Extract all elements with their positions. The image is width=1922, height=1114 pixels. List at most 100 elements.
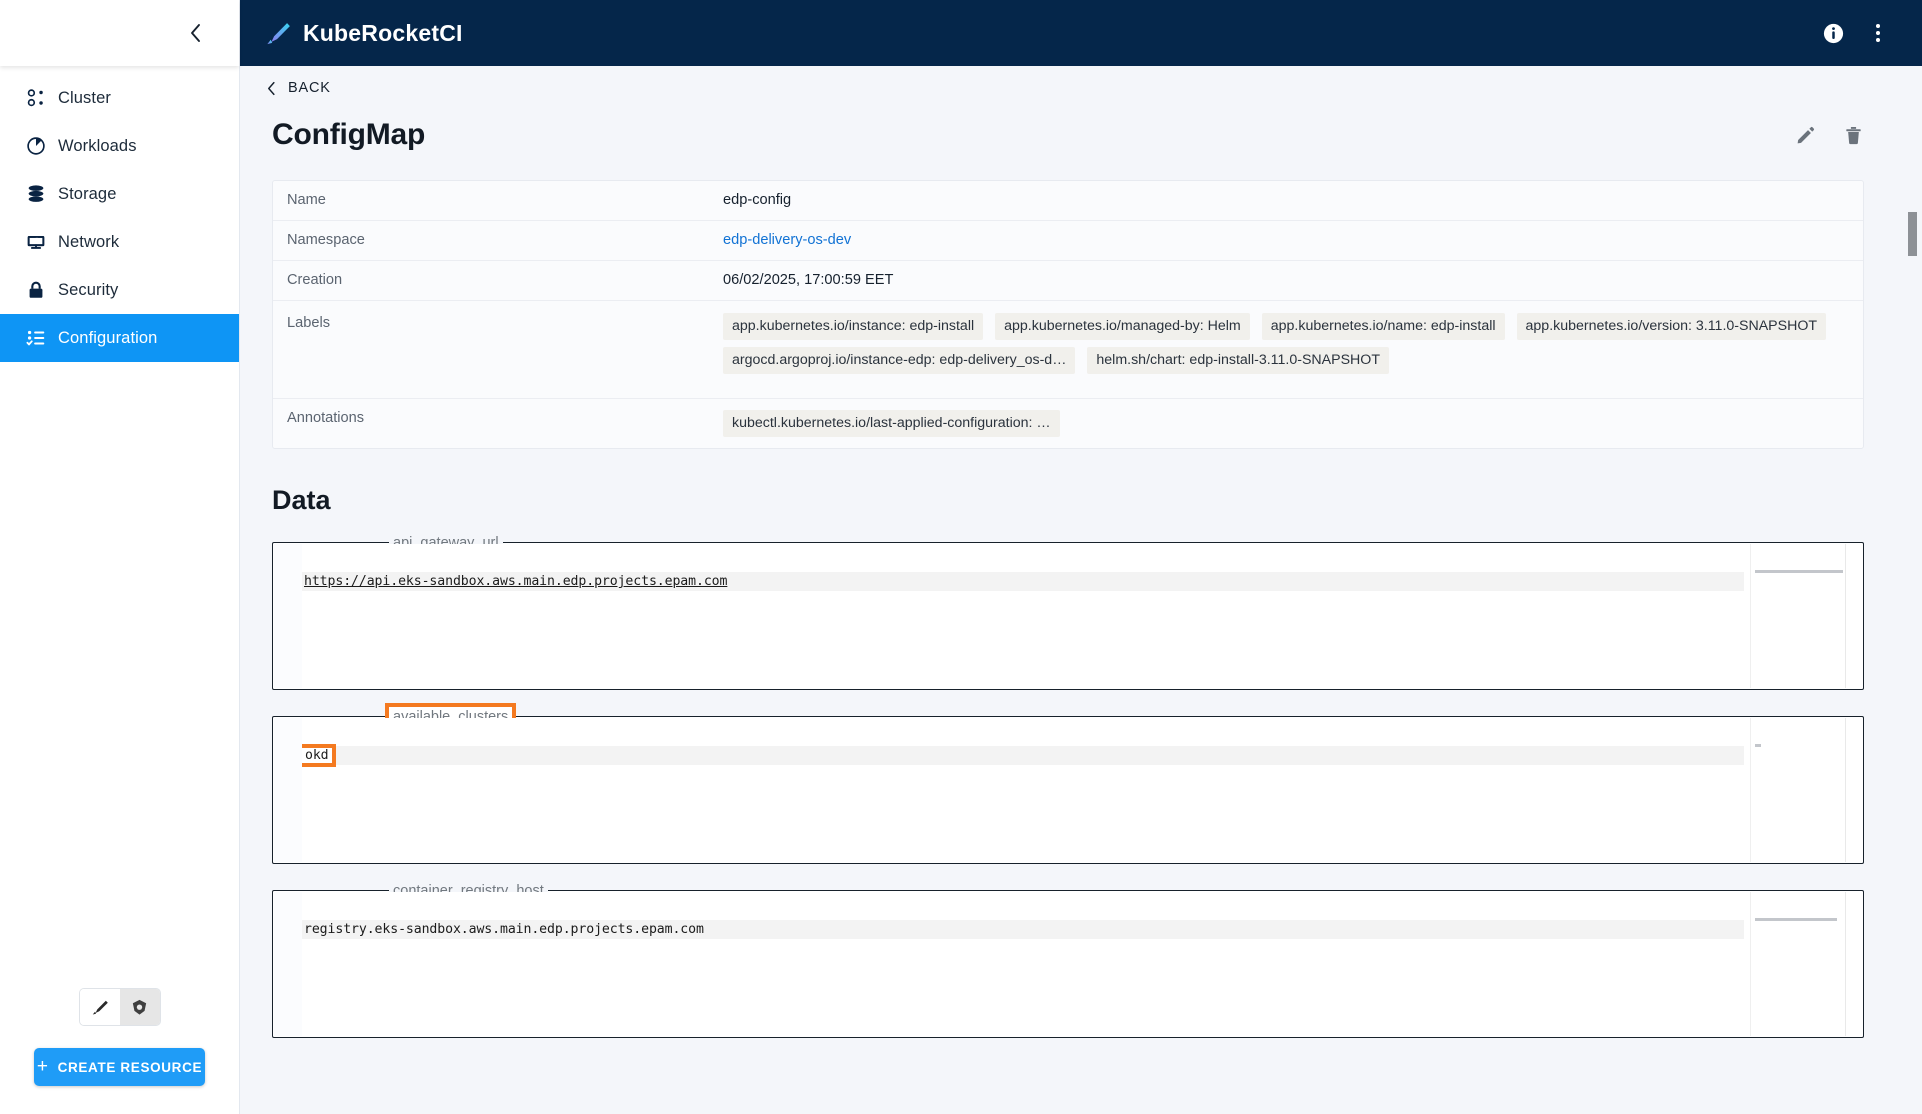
code-line[interactable]: okd [302, 746, 1862, 765]
rocket-feather-icon [90, 998, 109, 1017]
info-circle-icon [1822, 22, 1845, 45]
page-title: ConfigMap [272, 118, 425, 152]
back-button[interactable]: BACK [266, 80, 331, 96]
info-button[interactable] [1818, 18, 1848, 48]
label-chip[interactable]: argocd.argoproj.io/instance-edp: edp-del… [723, 347, 1075, 374]
security-lock-icon [14, 279, 58, 301]
mode-button-kubernetes[interactable] [120, 989, 160, 1025]
cluster-icon [14, 87, 58, 109]
table-row: Annotations kubectl.kubernetes.io/last-a… [273, 399, 1863, 448]
back-label: BACK [288, 80, 331, 96]
row-key: Namespace [273, 221, 723, 260]
view-mode-toggle[interactable] [79, 988, 161, 1026]
editor-gutter [274, 544, 302, 688]
configuration-sliders-icon [14, 327, 58, 349]
data-entry-value[interactable]: okd [302, 748, 332, 763]
code-editor[interactable]: okd [274, 718, 1862, 862]
sidebar-item-label: Workloads [58, 137, 137, 156]
mode-button-kuberocket[interactable] [80, 989, 120, 1025]
row-value: 06/02/2025, 17:00:59 EET [723, 261, 1863, 300]
table-row: Name edp-config [273, 181, 1863, 221]
brand[interactable]: KubeRocketCI [264, 20, 463, 47]
label-chip[interactable]: app.kubernetes.io/managed-by: Helm [995, 313, 1250, 340]
create-resource-label: CREATE RESOURCE [58, 1060, 203, 1075]
kebab-menu-icon [1876, 38, 1880, 42]
storage-database-icon [14, 183, 58, 205]
sidebar-item-label: Network [58, 233, 119, 252]
sidebar-item-security[interactable]: Security [0, 266, 239, 314]
code-editor[interactable]: registry.eks-sandbox.aws.main.edp.projec… [274, 892, 1862, 1036]
annotation-chip[interactable]: kubectl.kubernetes.io/last-applied-confi… [723, 410, 1060, 437]
chevron-left-icon [188, 22, 204, 44]
editor-body[interactable]: https://api.eks-sandbox.aws.main.edp.pro… [302, 544, 1862, 688]
label-chip[interactable]: app.kubernetes.io/instance: edp-install [723, 313, 983, 340]
trash-delete-icon [1843, 125, 1864, 146]
minimap-line [1755, 570, 1843, 573]
scrollbar-thumb[interactable] [1908, 212, 1917, 256]
editor-body[interactable]: registry.eks-sandbox.aws.main.edp.projec… [302, 892, 1862, 1036]
page-content: BACK ConfigMap [240, 66, 1922, 1114]
label-chip-list: app.kubernetes.io/instance: edp-install … [723, 313, 1851, 374]
label-chip[interactable]: app.kubernetes.io/name: edp-install [1262, 313, 1505, 340]
delete-button[interactable] [1838, 120, 1868, 150]
row-value: edp-config [723, 181, 1863, 220]
sidebar-item-label: Configuration [58, 329, 157, 348]
main-area: KubeRocketCI [240, 0, 1922, 1114]
create-resource-button[interactable]: + CREATE RESOURCE [34, 1048, 205, 1086]
row-value: app.kubernetes.io/instance: edp-install … [723, 301, 1863, 398]
edit-button[interactable] [1790, 120, 1820, 150]
overflow-menu-button[interactable] [1868, 20, 1888, 46]
topbar: KubeRocketCI [240, 0, 1922, 66]
sidebar-item-label: Storage [58, 185, 117, 204]
data-entry: available_clusters okd [272, 716, 1864, 864]
row-key: Creation [273, 261, 723, 300]
sidebar-footer: + CREATE RESOURCE [0, 988, 239, 1114]
data-entry-value[interactable]: https://api.eks-sandbox.aws.main.edp.pro… [302, 574, 727, 589]
sidebar-item-network[interactable]: Network [0, 218, 239, 266]
namespace-link[interactable]: edp-delivery-os-dev [723, 232, 851, 248]
topbar-actions [1818, 18, 1900, 48]
data-entry-value[interactable]: registry.eks-sandbox.aws.main.edp.projec… [302, 922, 704, 937]
code-line[interactable]: registry.eks-sandbox.aws.main.edp.projec… [302, 920, 1862, 939]
row-key: Annotations [273, 399, 723, 448]
kebab-menu-icon [1876, 31, 1880, 35]
data-entry: api_gateway_url https://api.eks-sandbox.… [272, 542, 1864, 690]
row-key: Labels [273, 301, 723, 398]
editor-minimap[interactable] [1750, 892, 1862, 1036]
sidebar-collapse-button[interactable] [179, 16, 213, 50]
sidebar: Cluster Workloads [0, 0, 240, 1114]
chevron-left-icon [266, 81, 277, 96]
breadcrumb: BACK [240, 66, 1896, 96]
sidebar-item-label: Cluster [58, 89, 111, 108]
minimap-track [1845, 718, 1846, 862]
code-editor[interactable]: https://api.eks-sandbox.aws.main.edp.pro… [274, 544, 1862, 688]
editor-body[interactable]: okd [302, 718, 1862, 862]
brand-title: KubeRocketCI [303, 20, 463, 47]
rocket-feather-icon [264, 20, 291, 47]
page-scrollbar[interactable] [1907, 66, 1918, 1114]
code-line[interactable]: https://api.eks-sandbox.aws.main.edp.pro… [302, 572, 1862, 591]
minimap-track [1845, 892, 1846, 1036]
sidebar-item-storage[interactable]: Storage [0, 170, 239, 218]
table-row: Labels app.kubernetes.io/instance: edp-i… [273, 301, 1863, 399]
minimap-line [1755, 918, 1837, 921]
label-chip[interactable]: helm.sh/chart: edp-install-3.11.0-SNAPSH… [1087, 347, 1389, 374]
row-value: kubectl.kubernetes.io/last-applied-confi… [723, 399, 1863, 448]
label-chip[interactable]: app.kubernetes.io/version: 3.11.0-SNAPSH… [1517, 313, 1827, 340]
workloads-pie-icon [14, 135, 58, 157]
pencil-edit-icon [1795, 125, 1816, 146]
scroll-area[interactable]: BACK ConfigMap [240, 66, 1922, 1114]
data-section-title: Data [272, 485, 1896, 516]
data-entry: container_registry_host registry.eks-san… [272, 890, 1864, 1038]
sidebar-item-cluster[interactable]: Cluster [0, 74, 239, 122]
plus-icon: + [37, 1057, 49, 1076]
sidebar-item-configuration[interactable]: Configuration [0, 314, 239, 362]
kebab-menu-icon [1876, 24, 1880, 28]
metadata-table: Name edp-config Namespace edp-delivery-o… [272, 180, 1864, 449]
network-monitor-icon [14, 231, 58, 253]
minimap-line [1755, 744, 1761, 747]
editor-gutter [274, 718, 302, 862]
sidebar-item-workloads[interactable]: Workloads [0, 122, 239, 170]
editor-minimap[interactable] [1750, 544, 1862, 688]
editor-minimap[interactable] [1750, 718, 1862, 862]
